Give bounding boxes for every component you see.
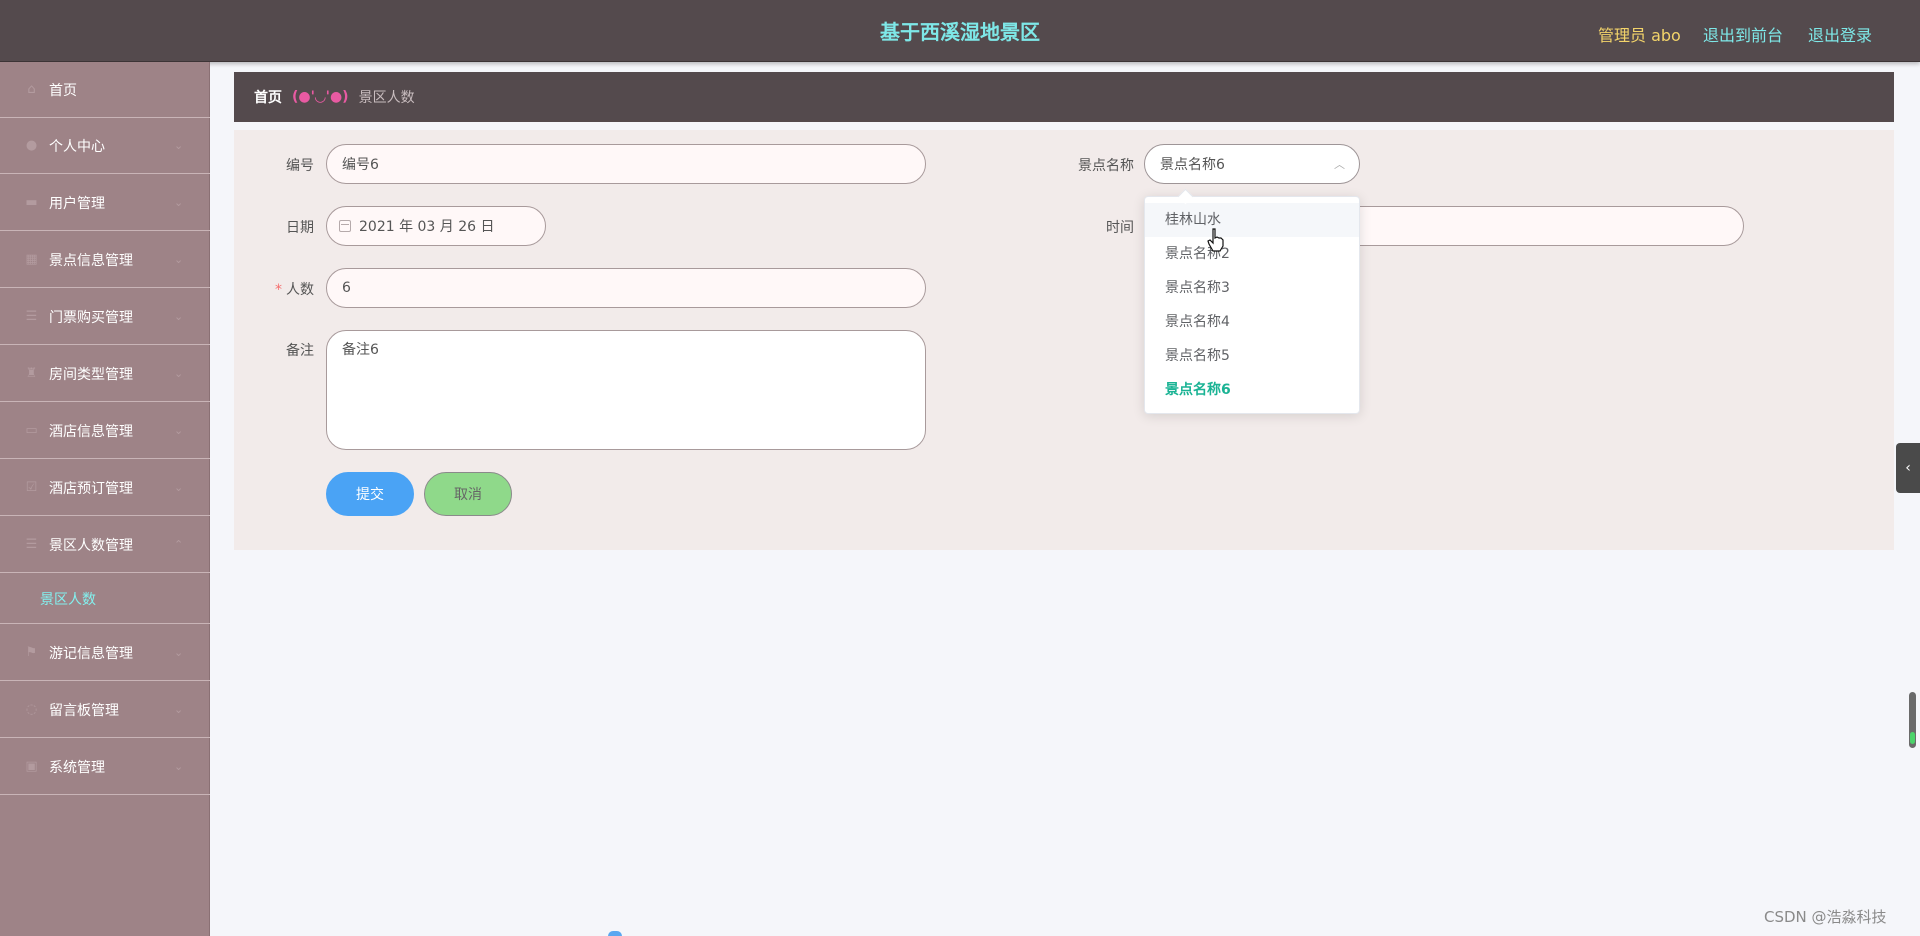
date-picker[interactable]: 2021 年 03 月 26 日 [326, 206, 546, 246]
count-input[interactable] [342, 280, 925, 296]
sidebar-subitem-label: 景区人数 [40, 591, 96, 608]
sidebar-item-label: 酒店信息管理 [49, 423, 133, 440]
top-header: 基于西溪湿地景区 管理员 abo 退出到前台 退出登录 [0, 0, 1920, 62]
number-field[interactable] [326, 144, 926, 184]
watermark: CSDN @浩淼科技 [1764, 908, 1887, 926]
remark-field[interactable]: 备注6 [326, 330, 926, 450]
breadcrumb: 首页 (●'◡'●) 景区人数 [234, 72, 1894, 122]
exit-to-front-link[interactable]: 退出到前台 [1703, 22, 1783, 46]
sidebar-item-label: 系统管理 [49, 759, 105, 776]
chevron-down-icon: ⌄ [174, 367, 184, 380]
dropdown-option[interactable]: 桂林山水 [1145, 203, 1359, 237]
calendar-icon [339, 220, 351, 232]
dropdown-option[interactable]: 景点名称3 [1145, 271, 1359, 305]
user-icon: ● [25, 138, 38, 153]
remark-textarea[interactable]: 备注6 [342, 339, 910, 441]
chevron-left-icon: ‹ [1905, 460, 1911, 476]
sidebar-item-user-management[interactable]: ▬ 用户管理 ⌄ [0, 175, 210, 231]
panel-toggle-button[interactable]: ‹ [1896, 443, 1920, 493]
required-mark: * [275, 282, 282, 298]
sidebar-subitem-visitor-count[interactable]: 景区人数 [0, 574, 210, 624]
number-label: 编号 [286, 158, 314, 174]
logout-link[interactable]: 退出登录 [1808, 22, 1872, 46]
sidebar-item-label: 首页 [49, 82, 77, 99]
sidebar-item-system[interactable]: ▣ 系统管理 ⌄ [0, 739, 210, 795]
sidebar-item-room-type[interactable]: ♜ 房间类型管理 ⌄ [0, 346, 210, 402]
sidebar-item-label: 房间类型管理 [49, 366, 133, 383]
sidebar-item-label: 游记信息管理 [49, 645, 133, 662]
sidebar: ⌂ 首页 ● 个人中心 ⌄ ▬ 用户管理 ⌄ ▦ 景点信息管理 ⌄ ☰ 门票购买… [0, 62, 210, 936]
chevron-down-icon: ⌄ [174, 703, 184, 716]
spot-name-select[interactable]: 景点名称6 ︿ [1144, 144, 1360, 184]
chevron-down-icon: ⌄ [174, 196, 184, 209]
breadcrumb-home[interactable]: 首页 [254, 87, 282, 107]
menu-icon: ☰ [25, 537, 38, 552]
remark-label: 备注 [286, 343, 314, 359]
folder-icon: ▬ [25, 195, 38, 210]
chevron-down-icon: ⌄ [174, 253, 184, 266]
chat-icon: ◌ [25, 702, 38, 717]
time-label: 时间 [1106, 220, 1134, 236]
sidebar-item-message-board[interactable]: ◌ 留言板管理 ⌄ [0, 682, 210, 738]
sidebar-item-hotel-booking[interactable]: ☑ 酒店预订管理 ⌄ [0, 460, 210, 516]
sidebar-item-hotel-info[interactable]: ▭ 酒店信息管理 ⌄ [0, 403, 210, 459]
sidebar-item-personal-center[interactable]: ● 个人中心 ⌄ [0, 118, 210, 174]
chevron-up-icon: ⌃ [174, 538, 184, 551]
dropdown-option[interactable]: 景点名称2 [1145, 237, 1359, 271]
sidebar-item-label: 门票购买管理 [49, 309, 133, 326]
sidebar-item-travelogue[interactable]: ⚑ 游记信息管理 ⌄ [0, 625, 210, 681]
chevron-down-icon: ⌄ [174, 646, 184, 659]
date-label: 日期 [286, 220, 314, 236]
spot-name-selected-value: 景点名称6 [1160, 157, 1225, 173]
count-label: * 人数 [234, 279, 314, 299]
breadcrumb-current: 景区人数 [358, 90, 415, 106]
spot-name-label: 景点名称 [1078, 158, 1134, 174]
date-value: 2021 年 03 月 26 日 [359, 219, 495, 235]
sidebar-item-home[interactable]: ⌂ 首页 [0, 62, 210, 118]
count-field[interactable] [326, 268, 926, 308]
chevron-down-icon: ⌄ [174, 310, 184, 323]
hotel-icon: ▭ [25, 423, 38, 438]
cancel-button[interactable]: 取消 [424, 472, 512, 516]
spot-name-dropdown: 桂林山水 景点名称2 景点名称3 景点名称4 景点名称5 景点名称6 [1144, 196, 1360, 414]
sidebar-item-label: 景点信息管理 [49, 252, 133, 269]
chevron-up-icon: ︿ [1334, 158, 1345, 171]
sidebar-item-scenic-info[interactable]: ▦ 景点信息管理 ⌄ [0, 232, 210, 288]
chevron-down-icon: ⌄ [174, 760, 184, 773]
list-icon: ☰ [25, 309, 38, 324]
sidebar-item-visitor-count[interactable]: ☰ 景区人数管理 ⌃ [0, 517, 210, 573]
sidebar-item-label: 留言板管理 [49, 702, 119, 719]
sidebar-item-label: 景区人数管理 [49, 537, 133, 554]
breadcrumb-separator: (●'◡'●) [292, 89, 349, 105]
sidebar-item-label: 个人中心 [49, 138, 105, 155]
dropdown-option[interactable]: 景点名称4 [1145, 305, 1359, 339]
scrollbar-thumb[interactable] [1909, 692, 1916, 748]
dropdown-option-selected[interactable]: 景点名称6 [1145, 373, 1359, 407]
flag-icon: ⚑ [25, 645, 38, 660]
admin-user-label: 管理员 abo [1598, 26, 1681, 45]
sidebar-item-label: 酒店预订管理 [49, 480, 133, 497]
home-icon: ⌂ [27, 82, 36, 97]
submit-button[interactable]: 提交 [326, 472, 414, 516]
count-label-text: 人数 [286, 282, 314, 298]
chevron-down-icon: ⌄ [174, 424, 184, 437]
hand-cursor-icon [1207, 228, 1224, 252]
floating-dot-icon [608, 931, 622, 936]
number-input[interactable] [342, 156, 925, 172]
form-panel: 编号 景点名称 景点名称6 ︿ 日期 2021 年 03 月 26 日 时间 *… [234, 130, 1894, 550]
dropdown-option[interactable]: 景点名称5 [1145, 339, 1359, 373]
chevron-down-icon: ⌄ [174, 481, 184, 494]
chevron-down-icon: ⌄ [174, 139, 184, 152]
trophy-icon: ♜ [25, 366, 38, 381]
system-icon: ▣ [25, 759, 38, 774]
sidebar-item-label: 用户管理 [49, 195, 105, 212]
check-icon: ☑ [25, 480, 38, 495]
grid-icon: ▦ [25, 252, 38, 267]
sidebar-item-ticket-purchase[interactable]: ☰ 门票购买管理 ⌄ [0, 289, 210, 345]
